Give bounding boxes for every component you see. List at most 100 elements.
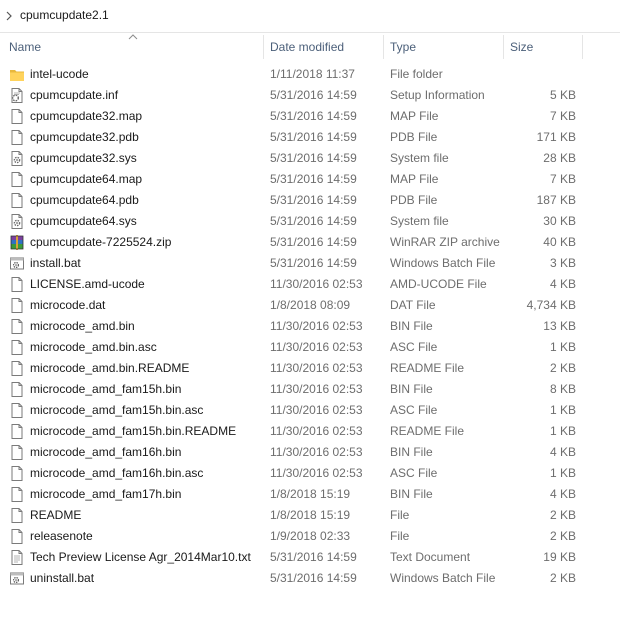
document-icon [9,171,25,188]
file-row[interactable]: microcode_amd.bin 11/30/2016 02:53 BIN Fil… [0,316,600,337]
file-type: ASC File [390,466,438,480]
file-row[interactable]: microcode_amd_fam15h.bin.README 11/30/201… [0,421,600,442]
file-date-modified: 5/31/2016 14:59 [270,109,357,123]
breadcrumb-current-folder[interactable]: cpumcupdate2.1 [20,8,109,22]
file-name: microcode_amd_fam16h.bin.asc [30,466,204,480]
breadcrumb: cpumcupdate2.1 [0,0,620,32]
file-size: 4 KB [549,445,576,459]
file-row[interactable]: microcode_amd_fam15h.bin.asc 11/30/2016 0… [0,400,600,421]
file-date-modified: 5/31/2016 14:59 [270,172,357,186]
column-divider[interactable] [383,35,384,59]
file-row[interactable]: LICENSE.amd-ucode 11/30/2016 02:53 AMD-UCO… [0,274,600,295]
file-size: 1 KB [549,340,576,354]
column-header-type[interactable]: Type [386,33,501,61]
file-name: cpumcupdate64.sys [30,214,137,228]
file-size: 2 KB [549,361,576,375]
file-name: microcode_amd_fam17h.bin [30,487,182,501]
file-row[interactable]: README 1/8/2018 15:19 File 2 KB [0,505,600,526]
file-row[interactable]: cpumcupdate64.pdb 5/31/2016 14:59 PDB File… [0,190,600,211]
column-divider[interactable] [263,35,264,59]
file-date-modified: 5/31/2016 14:59 [270,193,357,207]
file-date-modified: 11/30/2016 02:53 [270,403,363,417]
winrar-archive-icon [9,234,25,251]
file-name: LICENSE.amd-ucode [30,277,145,291]
setup-file-icon [9,87,25,104]
file-row[interactable]: cpumcupdate-7225524.zip 5/31/2016 14:59 Wi… [0,232,600,253]
column-header-date-modified[interactable]: Date modified [266,33,381,61]
file-row[interactable]: cpumcupdate64.sys 5/31/2016 14:59 System f… [0,211,600,232]
document-icon [9,276,25,293]
file-type: BIN File [390,445,433,459]
file-size: 30 KB [543,214,576,228]
file-date-modified: 5/31/2016 14:59 [270,151,357,165]
file-row[interactable]: microcode_amd_fam16h.bin 11/30/2016 02:53… [0,442,600,463]
file-date-modified: 11/30/2016 02:53 [270,382,363,396]
file-date-modified: 5/31/2016 14:59 [270,235,357,249]
file-date-modified: 11/30/2016 02:53 [270,340,363,354]
file-type: PDB File [390,193,438,207]
file-type: MAP File [390,109,439,123]
file-row[interactable]: cpumcupdate64.map 5/31/2016 14:59 MAP File… [0,169,600,190]
file-type: Windows Batch File [390,256,496,270]
text-document-icon [9,549,25,566]
system-file-icon [9,213,25,230]
file-name: install.bat [30,256,81,270]
file-name: microcode_amd.bin.asc [30,340,157,354]
document-icon [9,318,25,335]
file-date-modified: 1/9/2018 02:33 [270,529,351,543]
column-header-size[interactable]: Size [506,33,581,61]
document-icon [9,444,25,461]
file-size: 5 KB [549,88,576,102]
file-size: 1 KB [549,466,576,480]
document-icon [9,339,25,356]
document-icon [9,381,25,398]
file-type: System file [390,151,449,165]
file-row[interactable]: Tech Preview License Agr_2014Mar10.txt 5/… [0,547,600,568]
file-type: DAT File [390,298,436,312]
file-row[interactable]: uninstall.bat 5/31/2016 14:59 Windows Batc… [0,568,600,589]
file-date-modified: 5/31/2016 14:59 [270,88,357,102]
file-size: 13 KB [543,319,576,333]
file-row[interactable]: cpumcupdate32.map 5/31/2016 14:59 MAP File… [0,106,600,127]
chevron-right-icon[interactable] [5,11,13,21]
file-date-modified: 5/31/2016 14:59 [270,256,357,270]
file-row[interactable]: cpumcupdate.inf 5/31/2016 14:59 Setup Info… [0,85,600,106]
file-type: File [390,529,410,543]
file-row[interactable]: microcode_amd.bin.README 11/30/2016 02:53… [0,358,600,379]
file-size: 4 KB [549,487,576,501]
file-row[interactable]: microcode_amd_fam15h.bin 11/30/2016 02:53… [0,379,600,400]
file-type: Text Document [390,550,471,564]
file-type: File folder [390,67,443,81]
file-size: 40 KB [543,235,576,249]
file-name: microcode_amd_fam15h.bin.asc [30,403,204,417]
file-name: cpumcupdate32.sys [30,151,137,165]
document-icon [9,486,25,503]
file-size: 8 KB [549,382,576,396]
file-row[interactable]: microcode_amd.bin.asc 11/30/2016 02:53 ASC… [0,337,600,358]
file-name: Tech Preview License Agr_2014Mar10.txt [30,550,251,564]
file-size: 1 KB [549,424,576,438]
file-row[interactable]: releasenote 1/9/2018 02:33 File 2 KB [0,526,600,547]
column-divider[interactable] [582,35,583,59]
column-header-name[interactable]: Name [5,33,260,61]
document-icon [9,423,25,440]
file-date-modified: 5/31/2016 14:59 [270,130,357,144]
file-row[interactable]: microcode.dat 1/8/2018 08:09 DAT File 4,734… [0,295,600,316]
file-name: cpumcupdate64.pdb [30,193,139,207]
file-size: 7 KB [549,172,576,186]
file-row[interactable]: microcode_amd_fam17h.bin 1/8/2018 15:19 BI… [0,484,600,505]
file-row[interactable]: microcode_amd_fam16h.bin.asc 11/30/2016 0… [0,463,600,484]
file-size: 171 KB [536,130,576,144]
batch-file-icon [9,255,25,272]
column-divider[interactable] [503,35,504,59]
file-name: cpumcupdate-7225524.zip [30,235,172,249]
file-row[interactable]: install.bat 5/31/2016 14:59 Windows Batch … [0,253,600,274]
file-type: AMD-UCODE File [390,277,487,291]
file-date-modified: 11/30/2016 02:53 [270,361,363,375]
file-row[interactable]: cpumcupdate32.pdb 5/31/2016 14:59 PDB File… [0,127,600,148]
file-row[interactable]: intel-ucode 1/11/2018 11:37 File folder [0,64,600,85]
file-size: 3 KB [549,256,576,270]
file-date-modified: 1/11/2018 11:37 [270,67,355,81]
file-row[interactable]: cpumcupdate32.sys 5/31/2016 14:59 System f… [0,148,600,169]
file-size: 4,734 KB [526,298,576,312]
